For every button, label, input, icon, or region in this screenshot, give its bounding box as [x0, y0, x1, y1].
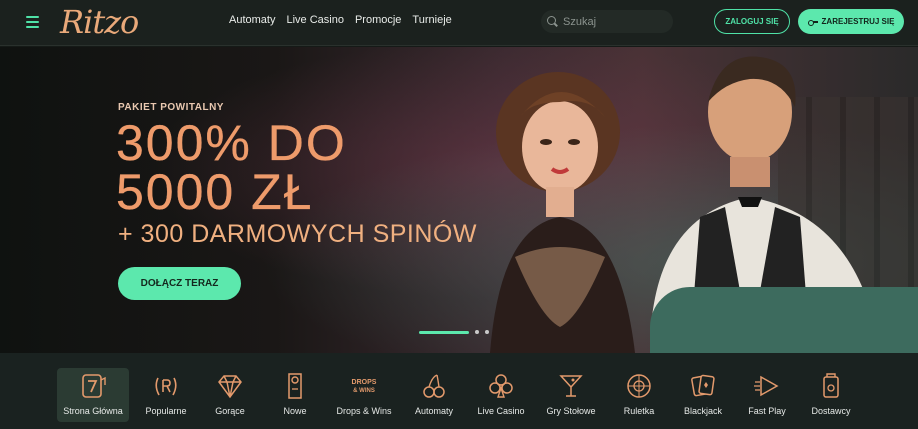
carousel-dot-3[interactable]: [485, 330, 489, 334]
category-label: Nowe: [283, 406, 307, 416]
category-label: Automaty: [414, 406, 454, 416]
category-new[interactable]: Nowe: [259, 368, 331, 422]
cards-icon: [691, 374, 715, 397]
login-button[interactable]: ZALOGUJ SIĘ: [714, 9, 790, 34]
menu-icon[interactable]: [26, 16, 39, 28]
fast-play-icon: [754, 375, 779, 397]
hero-banner[interactable]: PAKIET POWITALNY 300% DO 5000 ZŁ + 300 D…: [0, 47, 918, 353]
hero-title-line1: 300% DO: [116, 115, 347, 171]
nav-turnieje[interactable]: Turnieje: [412, 14, 451, 26]
category-providers[interactable]: Dostawcy: [795, 368, 867, 422]
search-input[interactable]: [563, 15, 663, 28]
category-bar: Strona Główna Popularne Gorące Nowe DROP…: [0, 353, 918, 429]
category-hot[interactable]: Gorące: [194, 368, 266, 422]
category-slots[interactable]: Automaty: [398, 368, 470, 422]
nav-live-casino[interactable]: Live Casino: [286, 14, 343, 26]
door-hanger-icon: [288, 373, 302, 399]
category-blackjack[interactable]: Blackjack: [667, 368, 739, 422]
category-table-games[interactable]: Gry Stołowe: [535, 368, 607, 422]
logo[interactable]: Ritzo: [60, 3, 139, 41]
register-button[interactable]: ZAREJESTRUJ SIĘ: [798, 9, 904, 34]
category-label: Gorące: [215, 406, 245, 416]
category-label: Ruletka: [623, 406, 655, 416]
category-label: Gry Stołowe: [546, 406, 596, 416]
search-icon: [547, 16, 558, 27]
category-roulette[interactable]: Ruletka: [603, 368, 675, 422]
casino-table: [650, 287, 918, 353]
register-label: ZAREJESTRUJ SIĘ: [821, 17, 895, 26]
category-drops-wins[interactable]: DROPS & WINS Drops & Wins: [328, 368, 400, 422]
category-live-casino[interactable]: Live Casino: [465, 368, 537, 422]
category-label: Live Casino: [477, 406, 525, 416]
category-home[interactable]: Strona Główna: [57, 368, 129, 422]
provider-icon: [823, 373, 839, 398]
page: Ritzo Automaty Live Casino Promocje Turn…: [0, 0, 918, 429]
laurel-r-icon: [155, 377, 177, 396]
category-fast-play[interactable]: Fast Play: [731, 368, 803, 422]
club-icon: [489, 374, 513, 398]
carousel-dots: [419, 330, 489, 334]
join-now-button[interactable]: DOŁĄCZ TERAZ: [118, 267, 241, 300]
hero-subtitle: PAKIET POWITALNY: [118, 102, 224, 113]
carousel-dot-1[interactable]: [419, 330, 469, 334]
category-popular[interactable]: Popularne: [130, 368, 202, 422]
hero-title-line2: 5000 ZŁ: [116, 164, 314, 220]
cherries-icon: [423, 374, 445, 398]
hero-bonus: + 300 DARMOWYCH SPINÓW: [118, 220, 477, 248]
roulette-icon: [627, 374, 651, 398]
category-label: Blackjack: [683, 406, 722, 416]
category-label: Dostawcy: [811, 406, 851, 416]
nav-automaty[interactable]: Automaty: [229, 14, 275, 26]
category-label: Drops & Wins: [336, 406, 392, 416]
slot-seven-icon: [82, 374, 106, 398]
drops-wins-icon: DROPS & WINS: [352, 379, 377, 394]
svg-text:DROPS: DROPS: [352, 379, 377, 386]
category-label: Strona Główna: [63, 406, 123, 416]
category-label: Popularne: [145, 406, 187, 416]
key-icon: [807, 19, 818, 26]
diamond-icon: [218, 375, 242, 399]
search-box[interactable]: [541, 10, 673, 33]
category-label: Fast Play: [748, 406, 786, 416]
cocktail-icon: [559, 375, 583, 397]
carousel-dot-2[interactable]: [475, 330, 479, 334]
main-nav: Automaty Live Casino Promocje Turnieje: [229, 14, 452, 26]
top-header: Ritzo Automaty Live Casino Promocje Turn…: [0, 0, 918, 46]
nav-promocje[interactable]: Promocje: [355, 14, 401, 26]
svg-text:& WINS: & WINS: [353, 388, 375, 394]
